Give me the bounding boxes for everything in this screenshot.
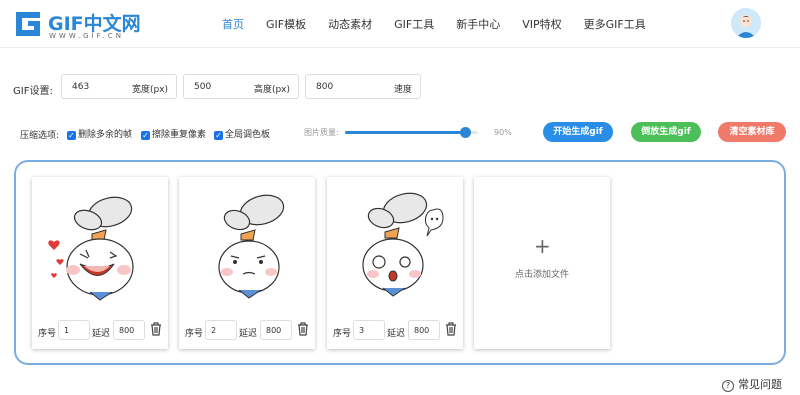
width-unit: 宽度(px) <box>131 85 168 95</box>
width-field[interactable]: 463 宽度(px) <box>61 74 177 99</box>
reverse-generate-button[interactable]: 倒放生成gif <box>631 122 701 142</box>
gif-settings-label: GIF设置: <box>13 86 53 97</box>
check-icon: ✓ <box>67 131 76 140</box>
check-icon: ✓ <box>141 131 150 140</box>
quality-label: 图片质量: <box>304 128 339 137</box>
quality-value: 90% <box>494 128 512 137</box>
seq-input[interactable]: 1 <box>58 320 90 340</box>
logo[interactable]: GIF中文网 WWW.GIF.CN <box>13 9 153 41</box>
logo-mark-icon <box>16 12 40 36</box>
speed-field[interactable]: 800 速度 <box>305 74 421 99</box>
nav-beginner-center[interactable]: 新手中心 <box>456 16 500 32</box>
frame-card[interactable]: 序号 2 延迟 800 <box>179 177 315 349</box>
delay-input[interactable]: 800 <box>260 320 292 340</box>
checkbox-erase-pixels[interactable]: ✓ 擦除重复像素 <box>141 127 206 140</box>
avatar[interactable] <box>731 8 761 38</box>
seq-input[interactable]: 3 <box>353 320 385 340</box>
height-unit: 高度(px) <box>253 85 290 95</box>
nav-more-tools[interactable]: 更多GIF工具 <box>584 16 646 32</box>
nav-home[interactable]: 首页 <box>222 16 244 32</box>
delay-label: 延迟 <box>92 329 111 339</box>
nav-gif-tools[interactable]: GIF工具 <box>394 16 434 32</box>
quality-slider-handle[interactable] <box>459 127 471 138</box>
width-value: 463 <box>72 82 90 92</box>
frame-image <box>218 194 285 299</box>
checkbox-erase-pixels-label: 擦除重复像素 <box>152 130 207 140</box>
help-icon: ? <box>722 380 734 392</box>
frame-image <box>48 196 134 301</box>
speed-unit: 速度 <box>393 85 412 95</box>
frame-card[interactable]: 序号 1 延迟 800 <box>32 177 168 349</box>
trash-icon[interactable] <box>150 322 162 336</box>
frame-card[interactable]: 序号 3 延迟 800 <box>327 177 463 349</box>
clear-library-button[interactable]: 清空素材库 <box>718 122 786 142</box>
main-nav: 首页 GIF模板 动态素材 GIF工具 新手中心 VIP特权 更多GIF工具 <box>222 16 668 32</box>
seq-label: 序号 <box>38 329 57 339</box>
check-icon: ✓ <box>214 131 223 140</box>
height-field[interactable]: 500 高度(px) <box>183 74 299 99</box>
delay-input[interactable]: 800 <box>408 320 440 340</box>
checkbox-global-palette[interactable]: ✓ 全局调色板 <box>214 127 270 140</box>
checkbox-remove-frames[interactable]: ✓ 删除多余的帧 <box>67 127 132 140</box>
faq-label: 常见问题 <box>738 378 782 391</box>
start-generate-button[interactable]: 开始生成gif <box>543 122 613 142</box>
nav-gif-templates[interactable]: GIF模板 <box>266 16 306 32</box>
logo-subtitle: WWW.GIF.CN <box>49 32 124 40</box>
user-avatar-icon <box>731 8 761 38</box>
faq-link[interactable]: ? 常见问题 <box>722 376 782 392</box>
speed-value: 800 <box>316 82 334 92</box>
delay-input[interactable]: 800 <box>113 320 145 340</box>
quality-slider[interactable] <box>345 127 478 138</box>
seq-label: 序号 <box>185 329 204 339</box>
quality-slider-fill <box>345 131 465 134</box>
delay-label: 延迟 <box>387 329 406 339</box>
nav-dynamic-assets[interactable]: 动态素材 <box>328 16 372 32</box>
checkbox-remove-frames-label: 删除多余的帧 <box>78 130 133 140</box>
add-file-card[interactable]: + 点击添加文件 <box>474 177 610 349</box>
seq-input[interactable]: 2 <box>205 320 237 340</box>
trash-icon[interactable] <box>297 322 309 336</box>
frame-image <box>362 192 444 297</box>
seq-label: 序号 <box>333 329 352 339</box>
height-value: 500 <box>194 82 212 92</box>
delay-label: 延迟 <box>239 329 258 339</box>
header: GIF中文网 WWW.GIF.CN 首页 GIF模板 动态素材 GIF工具 新手中心 VI… <box>0 0 800 48</box>
trash-icon[interactable] <box>445 322 457 336</box>
plus-icon: + <box>534 234 551 258</box>
compress-label: 压缩选项: <box>20 131 60 141</box>
add-file-label: 点击添加文件 <box>514 270 569 280</box>
checkbox-global-palette-label: 全局调色板 <box>225 130 271 140</box>
nav-vip[interactable]: VIP特权 <box>522 16 561 32</box>
